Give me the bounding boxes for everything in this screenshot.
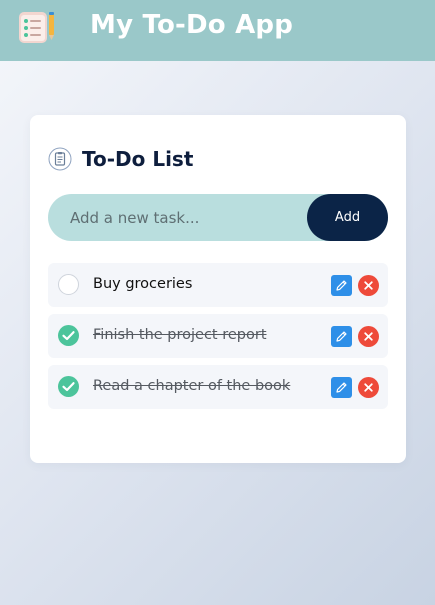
task-item: Read a chapter of the book [48, 365, 388, 409]
delete-task-button[interactable] [358, 275, 379, 296]
edit-task-button[interactable] [331, 326, 352, 347]
close-icon [364, 383, 373, 392]
todo-card: To-Do List Add Buy groceries [30, 115, 406, 463]
new-task-input[interactable] [48, 194, 308, 241]
task-item: Buy groceries [48, 263, 388, 307]
task-checkbox[interactable] [58, 274, 79, 295]
delete-task-button[interactable] [358, 326, 379, 347]
close-icon [364, 332, 373, 341]
pencil-icon [336, 382, 347, 393]
close-icon [364, 281, 373, 290]
task-list: Buy groceries Finish the project report … [48, 263, 388, 416]
card-title: To-Do List [82, 147, 194, 171]
app-header: My To-Do App [0, 0, 435, 61]
checkmark-icon [62, 382, 75, 392]
task-item: Finish the project report [48, 314, 388, 358]
pencil-icon [336, 280, 347, 291]
card-header: To-Do List [48, 145, 193, 173]
task-text: Read a chapter of the book [93, 378, 291, 394]
notepad-pencil-icon [16, 9, 58, 45]
edit-task-button[interactable] [331, 377, 352, 398]
delete-task-button[interactable] [358, 377, 379, 398]
pencil-icon [336, 331, 347, 342]
task-checkbox[interactable] [58, 376, 79, 397]
task-text: Finish the project report [93, 327, 267, 343]
task-text: Buy groceries [93, 276, 193, 292]
clipboard-icon [48, 147, 72, 171]
new-task-form: Add [48, 194, 388, 241]
app-title: My To-Do App [90, 10, 294, 40]
add-task-button[interactable]: Add [307, 194, 388, 241]
edit-task-button[interactable] [331, 275, 352, 296]
task-checkbox[interactable] [58, 325, 79, 346]
checkmark-icon [62, 331, 75, 341]
